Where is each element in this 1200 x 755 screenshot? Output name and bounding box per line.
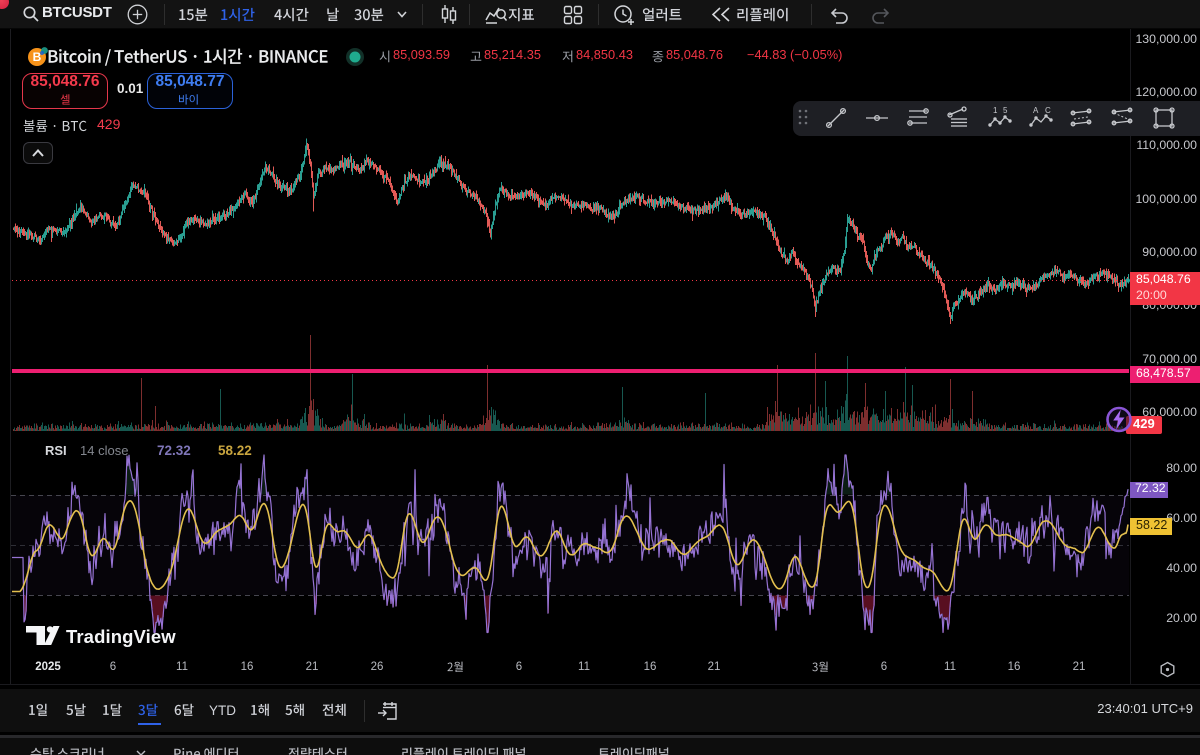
svg-text:5: 5 <box>1003 106 1008 115</box>
svg-text:C: C <box>1045 106 1051 115</box>
svg-text:1: 1 <box>993 106 998 115</box>
svg-text:A: A <box>1033 106 1039 115</box>
